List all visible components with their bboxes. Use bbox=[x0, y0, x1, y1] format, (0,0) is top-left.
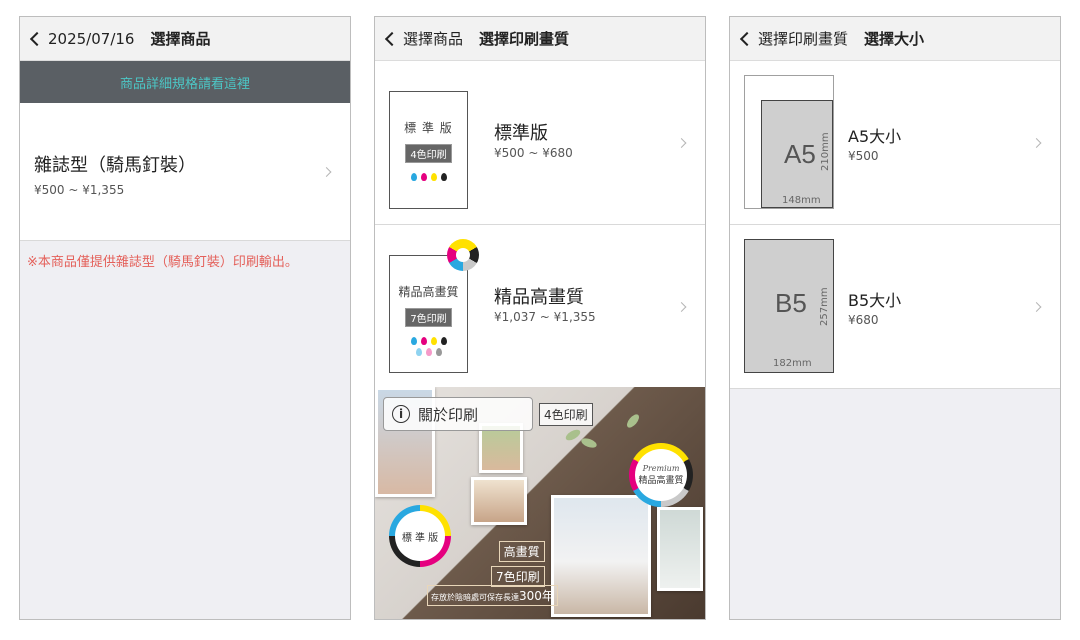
chevron-left-icon bbox=[29, 31, 45, 46]
premium-thumbnail: 精品高畫質 7色印刷 bbox=[389, 255, 468, 373]
leaf-decoration bbox=[624, 412, 642, 430]
a5-height-dim: 210mm bbox=[820, 132, 831, 171]
back-button[interactable]: 選擇商品 bbox=[381, 28, 463, 49]
quality-price: ¥500 ~ ¥680 bbox=[494, 146, 573, 160]
sample-photo bbox=[551, 495, 651, 617]
a5-size-diagram: A5 210mm 148mm bbox=[744, 75, 834, 209]
size-row-a5[interactable]: A5 210mm 148mm A5大小 ¥500 bbox=[730, 61, 1060, 225]
sample-photo bbox=[657, 507, 703, 591]
chevron-left-icon bbox=[384, 31, 400, 46]
print-quality-banner: i 關於印刷 4色印刷 標 準 版 Premium 精品高畫質 高畫質 7色印刷… bbox=[375, 387, 705, 619]
size-price: ¥500 bbox=[848, 149, 879, 163]
page-title: 選擇印刷畫質 bbox=[479, 30, 570, 48]
about-printing-label: 關於印刷 bbox=[418, 405, 479, 424]
premium-feature-labels: 高畫質 7色印刷 bbox=[491, 541, 545, 587]
thumb-title: 精品高畫質 bbox=[398, 285, 459, 299]
size-name: B5大小 bbox=[848, 291, 902, 310]
leaf-decoration bbox=[564, 427, 582, 443]
size-row-b5[interactable]: B5 257mm 182mm B5大小 ¥680 bbox=[730, 225, 1060, 389]
page-title: 選擇商品 bbox=[150, 30, 211, 48]
quality-name: 標準版 bbox=[494, 123, 548, 144]
ink-drops-icon bbox=[390, 173, 467, 181]
b5-paper: B5 257mm 182mm bbox=[744, 239, 834, 373]
back-label: 選擇印刷畫質 bbox=[758, 30, 849, 48]
chevron-right-icon bbox=[1031, 137, 1042, 148]
a5-paper: A5 210mm 148mm bbox=[761, 100, 833, 208]
quality-row-standard[interactable]: 標 準 版 4色印刷 標準版 ¥500 ~ ¥680 bbox=[375, 61, 705, 225]
chevron-left-icon bbox=[739, 31, 755, 46]
b5-height-dim: 257mm bbox=[819, 287, 830, 326]
thumb-tag: 4色印刷 bbox=[405, 144, 452, 163]
quality-price: ¥1,037 ~ ¥1,355 bbox=[494, 310, 596, 324]
standard-circle-label: 標 準 版 bbox=[395, 511, 445, 561]
nav-bar: 選擇商品 選擇印刷畫質 bbox=[375, 17, 705, 61]
chevron-right-icon bbox=[1031, 301, 1042, 312]
sample-photo bbox=[471, 477, 527, 525]
back-button[interactable]: 選擇印刷畫質 bbox=[736, 28, 848, 49]
info-icon: i bbox=[392, 405, 410, 423]
screen-select-size: 選擇印刷畫質 選擇大小 A5 210mm 148mm A5大小 ¥500 B5 … bbox=[729, 16, 1061, 620]
page-title: 選擇大小 bbox=[864, 30, 925, 48]
quality-name: 精品高畫質 bbox=[494, 287, 584, 308]
storage-note: 存放於陰暗處可保存長達300年 bbox=[427, 585, 558, 606]
nav-bar: 2025/07/16 選擇商品 bbox=[20, 17, 350, 61]
spec-info-link[interactable]: 商品詳細規格請看這裡 bbox=[20, 61, 350, 103]
seven-color-label: 7色印刷 bbox=[491, 566, 545, 587]
chevron-right-icon bbox=[676, 137, 687, 148]
standard-circle-badge: 標 準 版 bbox=[389, 505, 451, 567]
screen-select-quality: 選擇商品 選擇印刷畫質 標 準 版 4色印刷 標準版 ¥500 ~ ¥680 精… bbox=[374, 16, 706, 620]
ink-drops-light-icon bbox=[390, 348, 467, 356]
size-name: A5大小 bbox=[848, 127, 902, 146]
content-background: ※本商品僅提供雜誌型（騎馬釘裝）印刷輸出。 bbox=[20, 241, 350, 619]
quality-row-premium[interactable]: 精品高畫質 7色印刷 精品高畫質 ¥1,037 ~ ¥1,355 bbox=[375, 225, 705, 389]
back-label: 選擇商品 bbox=[403, 30, 464, 48]
four-color-tag: 4色印刷 bbox=[539, 403, 593, 426]
high-quality-label: 高畫質 bbox=[498, 541, 545, 562]
back-button[interactable]: 2025/07/16 bbox=[26, 30, 134, 48]
ink-drops-icon bbox=[390, 337, 467, 345]
storage-years: 300年 bbox=[519, 589, 554, 603]
product-name: 雜誌型（騎馬釘裝） bbox=[34, 155, 196, 176]
premium-script-text: Premium bbox=[642, 464, 680, 473]
storage-note-text: 存放於陰暗處可保存長達 bbox=[431, 593, 519, 602]
about-printing-button[interactable]: i 關於印刷 bbox=[383, 397, 533, 431]
nav-bar: 選擇印刷畫質 選擇大小 bbox=[730, 17, 1060, 61]
a5-width-dim: 148mm bbox=[782, 195, 821, 206]
screen-select-product: 2025/07/16 選擇商品 商品詳細規格請看這裡 雜誌型（騎馬釘裝） ¥50… bbox=[19, 16, 351, 620]
color-ring-icon bbox=[447, 239, 479, 271]
product-price: ¥500 ~ ¥1,355 bbox=[34, 183, 125, 197]
notice-text: ※本商品僅提供雜誌型（騎馬釘裝）印刷輸出。 bbox=[27, 255, 298, 270]
chevron-right-icon bbox=[676, 301, 687, 312]
back-label: 2025/07/16 bbox=[48, 29, 135, 48]
thumb-tag: 7色印刷 bbox=[405, 308, 452, 327]
leaf-decoration bbox=[580, 436, 598, 450]
standard-thumbnail: 標 準 版 4色印刷 bbox=[389, 91, 468, 209]
b5-width-dim: 182mm bbox=[773, 358, 812, 369]
size-price: ¥680 bbox=[848, 313, 879, 327]
premium-circle-badge: Premium 精品高畫質 bbox=[629, 443, 693, 507]
product-row-magazine[interactable]: 雜誌型（騎馬釘裝） ¥500 ~ ¥1,355 bbox=[20, 103, 350, 241]
content-background bbox=[730, 389, 1060, 619]
premium-circle-label: 精品高畫質 bbox=[638, 476, 684, 486]
thumb-title: 標 準 版 bbox=[404, 121, 453, 135]
a5-letter: A5 bbox=[784, 139, 816, 169]
b5-letter: B5 bbox=[775, 288, 807, 318]
